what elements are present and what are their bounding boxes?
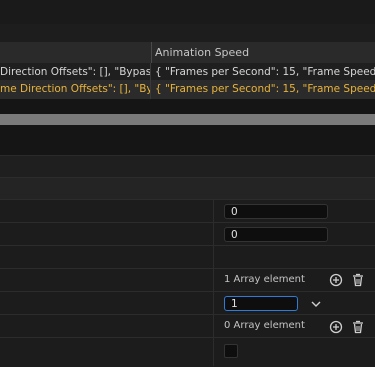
- number-field-2[interactable]: 0: [224, 227, 328, 242]
- index-field[interactable]: 1: [224, 296, 298, 311]
- property-row: [0, 245, 375, 269]
- column-header-animation-speed[interactable]: Animation Speed: [155, 46, 249, 59]
- property-row-array: 0 Array element: [0, 314, 375, 338]
- add-circle-icon[interactable]: [329, 273, 343, 287]
- add-circle-icon[interactable]: [329, 320, 343, 334]
- trash-icon[interactable]: [351, 320, 365, 334]
- column-divider: [150, 80, 151, 99]
- checkbox[interactable]: [224, 344, 238, 358]
- property-row-array: 1 Array element: [0, 268, 375, 292]
- trash-icon[interactable]: [351, 273, 365, 287]
- table-cell: me Direction Offsets": [], "Bypass C: [0, 83, 150, 95]
- panel-spacer: [0, 125, 375, 155]
- table-cell: { "Frames per Second": 15, "Frame Speed …: [155, 66, 375, 78]
- property-row: 0: [0, 199, 375, 223]
- property-row: 0: [0, 222, 375, 246]
- table-cell: Direction Offsets": [], "Bypass Cus: [0, 66, 150, 78]
- toolbar-band: [0, 24, 375, 43]
- horizontal-scrollbar[interactable]: [0, 114, 375, 125]
- chevron-down-icon[interactable]: [309, 297, 323, 311]
- number-field-1[interactable]: 0: [224, 204, 328, 219]
- top-strip: [0, 0, 375, 24]
- table-cell: { "Frames per Second": 15, "Frame Speed …: [155, 83, 375, 95]
- details-section-header[interactable]: [0, 177, 375, 199]
- array-count-label: 1 Array element: [224, 274, 305, 285]
- details-category-header[interactable]: [0, 155, 375, 178]
- splitter[interactable]: [213, 199, 214, 366]
- column-divider[interactable]: [151, 42, 152, 63]
- property-row-index: 1: [0, 291, 375, 315]
- table-row-selected[interactable]: me Direction Offsets": [], "Bypass C { "…: [0, 80, 375, 99]
- property-row-bool: [0, 337, 375, 367]
- array-count-label: 0 Array element: [224, 320, 305, 331]
